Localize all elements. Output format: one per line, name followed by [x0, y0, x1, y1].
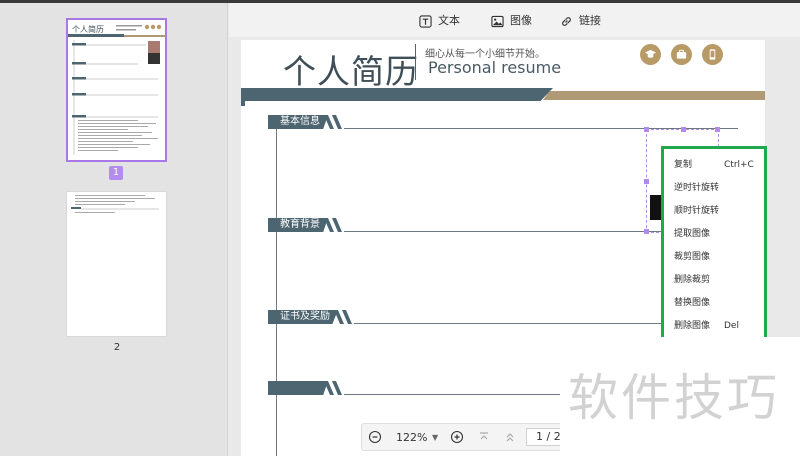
zoom-out-icon — [368, 430, 382, 444]
section-chevron — [332, 218, 342, 232]
menu-item-shortcut: Del — [724, 321, 739, 331]
menu-item-replace-image[interactable]: 替换图像 — [674, 294, 764, 312]
text-tool-label: 文本 — [438, 14, 460, 27]
prev-page-button[interactable] — [504, 430, 516, 449]
page-number-1: 1 — [109, 166, 123, 180]
menu-item-delete-image[interactable]: 删除图像 Del — [674, 317, 764, 335]
image-context-menu: 复制 Ctrl+C 逆时针旋转 顺时针旋转 提取图像 裁剪图像 删除裁剪 替换图… — [661, 146, 767, 341]
header-band-slate — [241, 88, 553, 101]
resize-handle[interactable] — [644, 179, 649, 184]
menu-item-crop-image[interactable]: 裁剪图像 — [674, 248, 764, 266]
resize-handle[interactable] — [644, 229, 649, 234]
section-certificates-label: 证书及奖励 — [268, 310, 338, 324]
section-chevron — [342, 310, 352, 324]
section-chevron — [332, 381, 342, 395]
header-band-gold — [543, 91, 765, 100]
text-icon — [419, 14, 432, 28]
image-tool-label: 图像 — [510, 14, 532, 27]
menu-item-label: 复制 — [674, 160, 693, 170]
menu-item-label: 裁剪图像 — [674, 252, 711, 262]
thumbnail-sidebar: 个人简历 1 2 — [0, 3, 228, 456]
timeline-line — [276, 127, 277, 456]
watermark-text: 软件技巧 — [568, 369, 780, 427]
menu-item-extract-image[interactable]: 提取图像 — [674, 225, 764, 243]
resume-title: 个人简历 — [283, 52, 419, 91]
zoom-out-button[interactable] — [368, 430, 382, 449]
header-band-edge — [241, 101, 245, 106]
menu-item-label: 逆时针旋转 — [674, 183, 720, 193]
menu-item-copy[interactable]: 复制 Ctrl+C — [674, 156, 764, 174]
menu-item-label: 替换图像 — [674, 298, 711, 308]
thumb-mini-title: 个人简历 — [72, 24, 104, 34]
page-thumbnail-2-preview — [71, 195, 159, 213]
menu-item-label: 顺时针旋转 — [674, 206, 720, 216]
zoom-dropdown-icon[interactable]: ▼ — [432, 430, 438, 446]
link-icon — [562, 16, 571, 26]
menu-item-label: 提取图像 — [674, 229, 711, 239]
section-basic-info-label: 基本信息 — [268, 115, 328, 129]
menu-item-remove-crop[interactable]: 删除裁剪 — [674, 271, 764, 289]
edit-toolbar: 文本 图像 链接 — [229, 3, 800, 37]
menu-item-rotate-cw[interactable]: 顺时针旋转 — [674, 202, 764, 220]
resize-handle[interactable] — [681, 127, 686, 132]
resize-handle[interactable] — [715, 127, 720, 132]
section-chevron — [334, 310, 344, 324]
image-tool-button[interactable]: 图像 — [491, 13, 532, 29]
link-tool-label: 链接 — [579, 14, 601, 27]
briefcase-icon — [671, 44, 692, 65]
double-chevron-up-icon — [506, 433, 514, 442]
zoom-level[interactable]: 122% — [396, 430, 427, 446]
page-thumbnail-2[interactable] — [66, 191, 167, 337]
title-divider — [415, 44, 416, 80]
text-tool-button[interactable]: 文本 — [419, 13, 460, 29]
page-thumbnail-1[interactable]: 个人简历 — [66, 18, 167, 162]
section-education-label: 教育背景 — [268, 218, 328, 232]
page-thumbnail-1-preview: 个人简历 — [68, 24, 165, 155]
page-number-2: 2 — [113, 342, 121, 353]
menu-item-shortcut: Ctrl+C — [724, 160, 754, 170]
menu-item-rotate-ccw[interactable]: 逆时针旋转 — [674, 179, 764, 197]
section-fourth-label — [268, 381, 328, 395]
zoom-bar: 122% ▼ 1 / 2 — [361, 423, 568, 451]
graduation-cap-icon — [640, 44, 661, 65]
zoom-in-icon — [450, 430, 464, 444]
resize-handle[interactable] — [644, 127, 649, 132]
first-page-button[interactable] — [478, 430, 490, 449]
section-chevron — [332, 115, 342, 129]
zoom-in-button[interactable] — [450, 430, 464, 449]
menu-item-label: 删除裁剪 — [674, 275, 711, 285]
phone-icon — [702, 44, 723, 65]
image-icon — [491, 15, 504, 27]
first-page-icon — [480, 432, 488, 440]
resume-subtitle-en: Personal resume — [428, 58, 562, 77]
link-tool-button[interactable]: 链接 — [560, 13, 601, 29]
menu-item-label: 删除图像 — [674, 321, 711, 331]
